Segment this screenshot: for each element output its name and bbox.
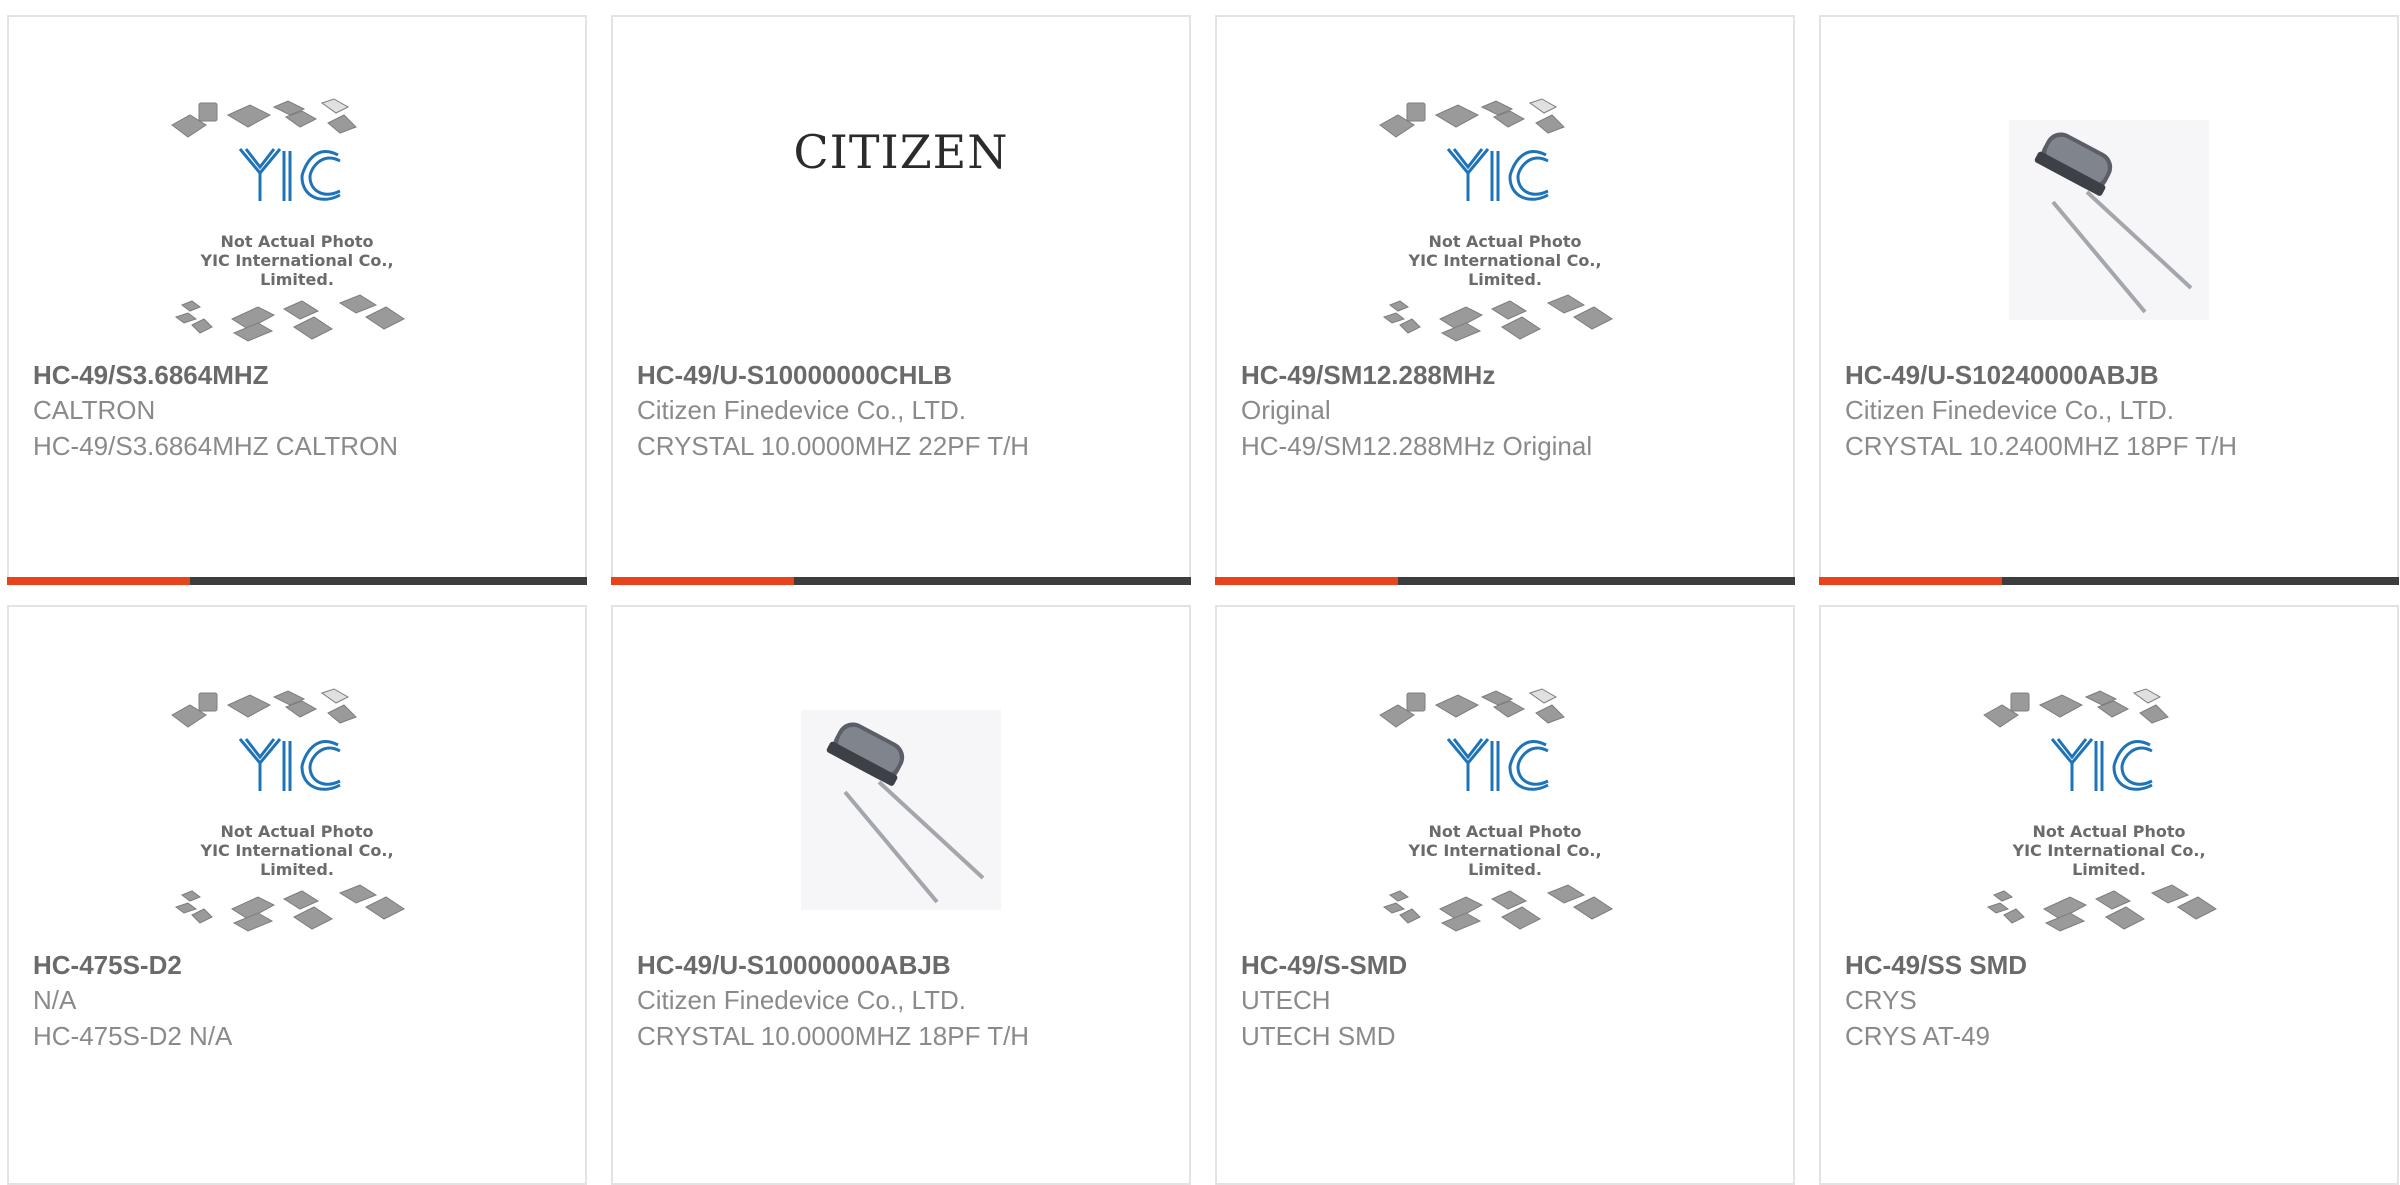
product-info: HC-49/U-S10000000CHLB Citizen Finedevice…: [637, 358, 1165, 464]
product-image[interactable]: Not Actual Photo YIC International Co., L…: [9, 667, 585, 957]
part-number[interactable]: HC-49/U-S10000000ABJB: [637, 948, 1165, 982]
description: CRYS AT-49: [1845, 1021, 1990, 1051]
placeholder-company-label: YIC International Co., Limited.: [1408, 841, 1602, 879]
manufacturer: Citizen Finedevice Co., LTD.: [637, 985, 966, 1015]
accent-bar: [7, 577, 190, 585]
manufacturer: Original: [1241, 395, 1331, 425]
product-info: HC-49/SM12.288MHz Original HC-49/SM12.28…: [1241, 358, 1769, 464]
description: CRYSTAL 10.0000MHZ 22PF T/H: [637, 431, 1030, 461]
description: HC-49/SM12.288MHz Original: [1241, 431, 1593, 461]
manufacturer: CALTRON: [33, 395, 156, 425]
description: HC-475S-D2 N/A: [33, 1021, 233, 1051]
not-actual-photo-label: Not Actual Photo: [2032, 822, 2186, 841]
product-card[interactable]: Not Actual Photo YIC International Co., L…: [1215, 15, 1795, 585]
description: CRYSTAL 10.2400MHZ 18PF T/H: [1845, 431, 2238, 461]
product-image[interactable]: Not Actual Photo YIC International Co., L…: [1821, 667, 2397, 957]
placeholder-company-label: YIC International Co., Limited.: [200, 251, 394, 289]
card-bottom-bar: [7, 577, 587, 585]
accent-bar: [1215, 577, 1398, 585]
not-actual-photo-image: Not Actual Photo YIC International Co., L…: [1370, 687, 1640, 937]
part-number[interactable]: HC-49/S3.6864MHZ: [33, 358, 561, 392]
not-actual-photo-image: Not Actual Photo YIC International Co., L…: [1974, 687, 2244, 937]
part-number[interactable]: HC-49/U-S10000000CHLB: [637, 358, 1165, 392]
product-image[interactable]: Not Actual Photo YIC International Co., L…: [9, 77, 585, 367]
manufacturer: UTECH: [1241, 985, 1331, 1015]
product-card[interactable]: CITIZEN HC-49/U-S10000000CHLB Citizen Fi…: [611, 15, 1191, 585]
product-info: HC-49/U-S10000000ABJB Citizen Finedevice…: [637, 948, 1165, 1054]
manufacturer: Citizen Finedevice Co., LTD.: [637, 395, 966, 425]
product-info: HC-49/SS SMD CRYS CRYS AT-49: [1845, 948, 2373, 1054]
product-image[interactable]: Not Actual Photo YIC International Co., L…: [1217, 77, 1793, 367]
not-actual-photo-image: Not Actual Photo YIC International Co., L…: [1370, 97, 1640, 347]
not-actual-photo-image: Not Actual Photo YIC International Co., L…: [162, 687, 432, 937]
product-card[interactable]: HC-49/U-S10240000ABJB Citizen Finedevice…: [1819, 15, 2399, 585]
placeholder-company-label: YIC International Co., Limited.: [200, 841, 394, 879]
part-number[interactable]: HC-49/U-S10240000ABJB: [1845, 358, 2373, 392]
not-actual-photo-label: Not Actual Photo: [220, 822, 374, 841]
description: HC-49/S3.6864MHZ CALTRON: [33, 431, 399, 461]
product-info: HC-49/S3.6864MHZ CALTRON HC-49/S3.6864MH…: [33, 358, 561, 464]
accent-bar: [1819, 577, 2002, 585]
placeholder-company-label: YIC International Co., Limited.: [1408, 251, 1602, 289]
not-actual-photo-label: Not Actual Photo: [220, 232, 374, 251]
product-card[interactable]: Not Actual Photo YIC International Co., L…: [7, 15, 587, 585]
product-image[interactable]: CITIZEN: [613, 77, 1189, 367]
product-image[interactable]: Not Actual Photo YIC International Co., L…: [1217, 667, 1793, 957]
accent-bar: [611, 577, 794, 585]
part-number[interactable]: HC-475S-D2: [33, 948, 561, 982]
placeholder-company-label: YIC International Co., Limited.: [2012, 841, 2206, 879]
description: CRYSTAL 10.0000MHZ 18PF T/H: [637, 1021, 1030, 1051]
product-image[interactable]: [613, 667, 1189, 957]
card-bottom-bar: [1819, 577, 2399, 585]
product-card[interactable]: HC-49/U-S10000000ABJB Citizen Finedevice…: [611, 605, 1191, 1185]
manufacturer: Citizen Finedevice Co., LTD.: [1845, 395, 2174, 425]
not-actual-photo-label: Not Actual Photo: [1428, 232, 1582, 251]
citizen-logo: CITIZEN: [793, 125, 1009, 179]
card-bottom-bar: [1215, 577, 1795, 585]
crystal-oscillator-photo: [2009, 119, 2209, 325]
product-info: HC-49/U-S10240000ABJB Citizen Finedevice…: [1845, 358, 2373, 464]
product-image[interactable]: [1821, 77, 2397, 367]
manufacturer: CRYS: [1845, 985, 1917, 1015]
not-actual-photo-image: Not Actual Photo YIC International Co., L…: [162, 97, 432, 347]
card-bottom-bar: [611, 577, 1191, 585]
product-info: HC-49/S-SMD UTECH UTECH SMD: [1241, 948, 1769, 1054]
product-card[interactable]: Not Actual Photo YIC International Co., L…: [7, 605, 587, 1185]
crystal-oscillator-photo: [801, 709, 1001, 915]
not-actual-photo-label: Not Actual Photo: [1428, 822, 1582, 841]
product-card[interactable]: Not Actual Photo YIC International Co., L…: [1215, 605, 1795, 1185]
part-number[interactable]: HC-49/SM12.288MHz: [1241, 358, 1769, 392]
product-info: HC-475S-D2 N/A HC-475S-D2 N/A: [33, 948, 561, 1054]
manufacturer: N/A: [33, 985, 77, 1015]
description: UTECH SMD: [1241, 1021, 1396, 1051]
part-number[interactable]: HC-49/S-SMD: [1241, 948, 1769, 982]
product-card[interactable]: Not Actual Photo YIC International Co., L…: [1819, 605, 2399, 1185]
part-number[interactable]: HC-49/SS SMD: [1845, 948, 2373, 982]
